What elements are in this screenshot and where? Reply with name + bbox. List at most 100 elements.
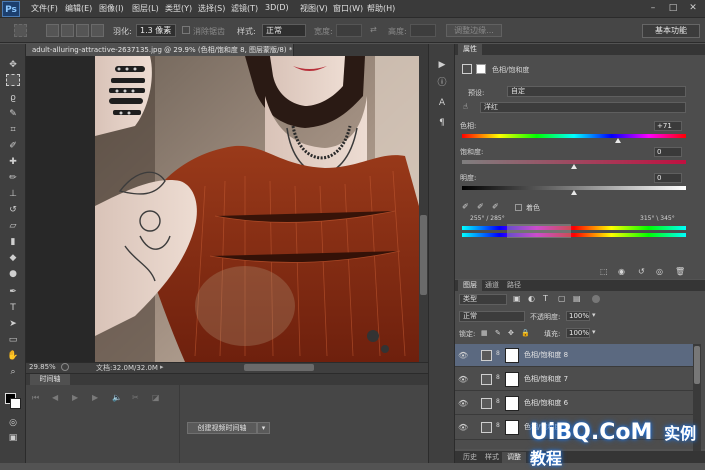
antialias-checkbox[interactable] [182,26,190,34]
color-range-selection[interactable] [507,224,571,238]
canvas-vertical-scrollbar[interactable] [419,56,428,362]
saturation-value-field[interactable]: 0 [654,147,682,157]
clone-stamp-tool-icon[interactable]: ⊥ [6,188,20,200]
timeline-tab[interactable]: 时间轴 [30,374,70,385]
add-selection-icon[interactable] [61,24,74,37]
history-brush-tool-icon[interactable]: ↺ [6,204,20,216]
timeline-options-dropdown-icon[interactable]: ▾ [257,422,270,434]
preset-select[interactable]: 自定 [507,86,686,97]
opacity-field[interactable]: 100% [566,311,590,321]
layer-mask-thumbnail[interactable] [505,372,519,387]
info-icon[interactable] [61,363,69,371]
shape-tool-icon[interactable]: ▭ [6,334,20,346]
paragraph-panel-icon[interactable]: ¶ [435,116,449,130]
filter-adjustment-icon[interactable]: ◐ [528,294,535,303]
tab-properties[interactable]: 属性 [458,44,482,55]
filter-toggle-icon[interactable] [592,295,600,303]
workspace-switcher[interactable]: 基本功能 [642,24,700,38]
filter-shape-icon[interactable]: ▢ [558,294,566,303]
pen-tool-icon[interactable]: ✒ [6,286,20,298]
visibility-eye-icon[interactable]: 👁 [458,368,468,391]
tab-paths[interactable]: 路径 [502,280,526,291]
tab-layers[interactable]: 图层 [458,280,482,291]
layer-mask-thumbnail[interactable] [505,348,519,363]
menu-3d[interactable]: 3D(D) [265,3,289,12]
width-input[interactable] [336,24,362,37]
layer-name[interactable]: 色相/饱和度 7 [524,368,568,391]
type-tool-icon[interactable]: T [6,302,20,314]
filter-type-icon[interactable]: T [543,294,548,303]
layer-name[interactable]: 色相/饱和度 8 [524,344,568,367]
visibility-eye-icon[interactable]: 👁 [458,392,468,415]
view-previous-icon[interactable]: ◉ [618,267,625,276]
fill-field[interactable]: 100% [566,328,590,338]
fill-dropdown-icon[interactable]: ▾ [592,328,596,336]
zoom-level[interactable]: 29.85% [29,363,56,371]
menu-file[interactable]: 文件(F) [31,3,58,14]
blur-tool-icon[interactable]: ◆ [6,252,20,264]
menu-window[interactable]: 窗口(W) [333,3,363,14]
saturation-slider-thumb[interactable] [571,164,577,169]
menu-filter[interactable]: 滤镜(T) [231,3,258,14]
gradient-tool-icon[interactable]: ▮ [6,236,20,248]
tab-adjustments[interactable]: 调整 [502,452,526,463]
eyedropper-icon[interactable]: ✐ [462,202,469,211]
link-icon[interactable]: 8 [496,350,500,357]
screen-mode-icon[interactable]: ▣ [6,432,20,444]
info-panel-icon[interactable]: ⓘ [435,76,449,90]
mask-icon[interactable] [476,64,486,74]
link-icon[interactable]: 8 [496,422,500,429]
reset-icon[interactable]: ↺ [638,267,645,276]
lasso-tool-icon[interactable]: ϱ [6,92,20,104]
colorize-checkbox[interactable] [515,204,522,211]
lock-position-icon[interactable]: ✥ [508,329,514,337]
eyedropper-minus-icon[interactable]: ✐ [492,202,499,211]
eyedropper-plus-icon[interactable]: ✐ [477,202,484,211]
marquee-tool-icon[interactable] [6,74,20,86]
intersect-selection-icon[interactable] [91,24,104,37]
lightness-slider-thumb[interactable] [571,190,577,195]
layer-name[interactable]: 色相/饱和度 6 [524,392,568,415]
menu-view[interactable]: 视图(V) [300,3,328,14]
status-arrow-icon[interactable]: ▸ [160,363,164,371]
quick-mask-icon[interactable]: ◎ [6,417,20,429]
menu-image[interactable]: 图像(I) [99,3,124,14]
background-color-swatch[interactable] [10,398,21,409]
tab-channels[interactable]: 通道 [480,280,504,291]
visibility-toggle-icon[interactable]: ◎ [656,267,663,276]
refine-edge-button[interactable]: 调整边缘... [446,24,502,37]
menu-help[interactable]: 帮助(H) [367,3,395,14]
link-icon[interactable]: 8 [496,374,500,381]
link-icon[interactable]: 8 [496,398,500,405]
hue-value-field[interactable]: +71 [654,121,682,131]
opacity-dropdown-icon[interactable]: ▾ [592,311,596,319]
quick-select-tool-icon[interactable]: ✎ [6,108,20,120]
delete-adjustment-icon[interactable]: 🗑 [675,267,685,276]
timeline-split-icon[interactable]: ✂ [132,393,139,402]
filter-smart-object-icon[interactable]: ▤ [573,294,581,303]
feather-input[interactable]: 1.3 像素 [136,24,176,37]
timeline-first-frame-icon[interactable]: ⏮ [32,393,39,403]
dodge-tool-icon[interactable]: ● [6,268,20,280]
canvas-horizontal-scroll-thumb[interactable] [244,364,314,371]
timeline-prev-frame-icon[interactable]: ◀ [52,393,58,402]
lock-all-icon[interactable]: 🔒 [521,329,530,337]
play-action-icon[interactable]: ▶ [435,58,449,72]
document-image[interactable] [95,56,419,362]
targeted-adjust-hand-icon[interactable]: ☝ [463,102,468,111]
hand-tool-icon[interactable]: ✋ [6,350,20,362]
timeline-transition-icon[interactable]: ◪ [152,393,160,402]
tab-styles[interactable]: 样式 [480,452,504,463]
channel-select[interactable]: 洋红 [480,102,686,113]
clip-to-layer-icon[interactable]: ⬚ [600,267,608,276]
new-selection-icon[interactable] [46,24,59,37]
close-button[interactable]: ✕ [684,2,702,15]
canvas-vertical-scroll-thumb[interactable] [420,215,427,295]
height-input[interactable] [410,24,436,37]
layers-scroll-thumb[interactable] [694,346,700,384]
visibility-eye-icon[interactable]: 👁 [458,344,468,367]
move-tool-icon[interactable]: ✥ [6,59,20,71]
tab-history[interactable]: 历史 [458,452,482,463]
hue-slider-track[interactable] [462,134,686,138]
zoom-tool-icon[interactable]: ⌕ [6,366,20,378]
